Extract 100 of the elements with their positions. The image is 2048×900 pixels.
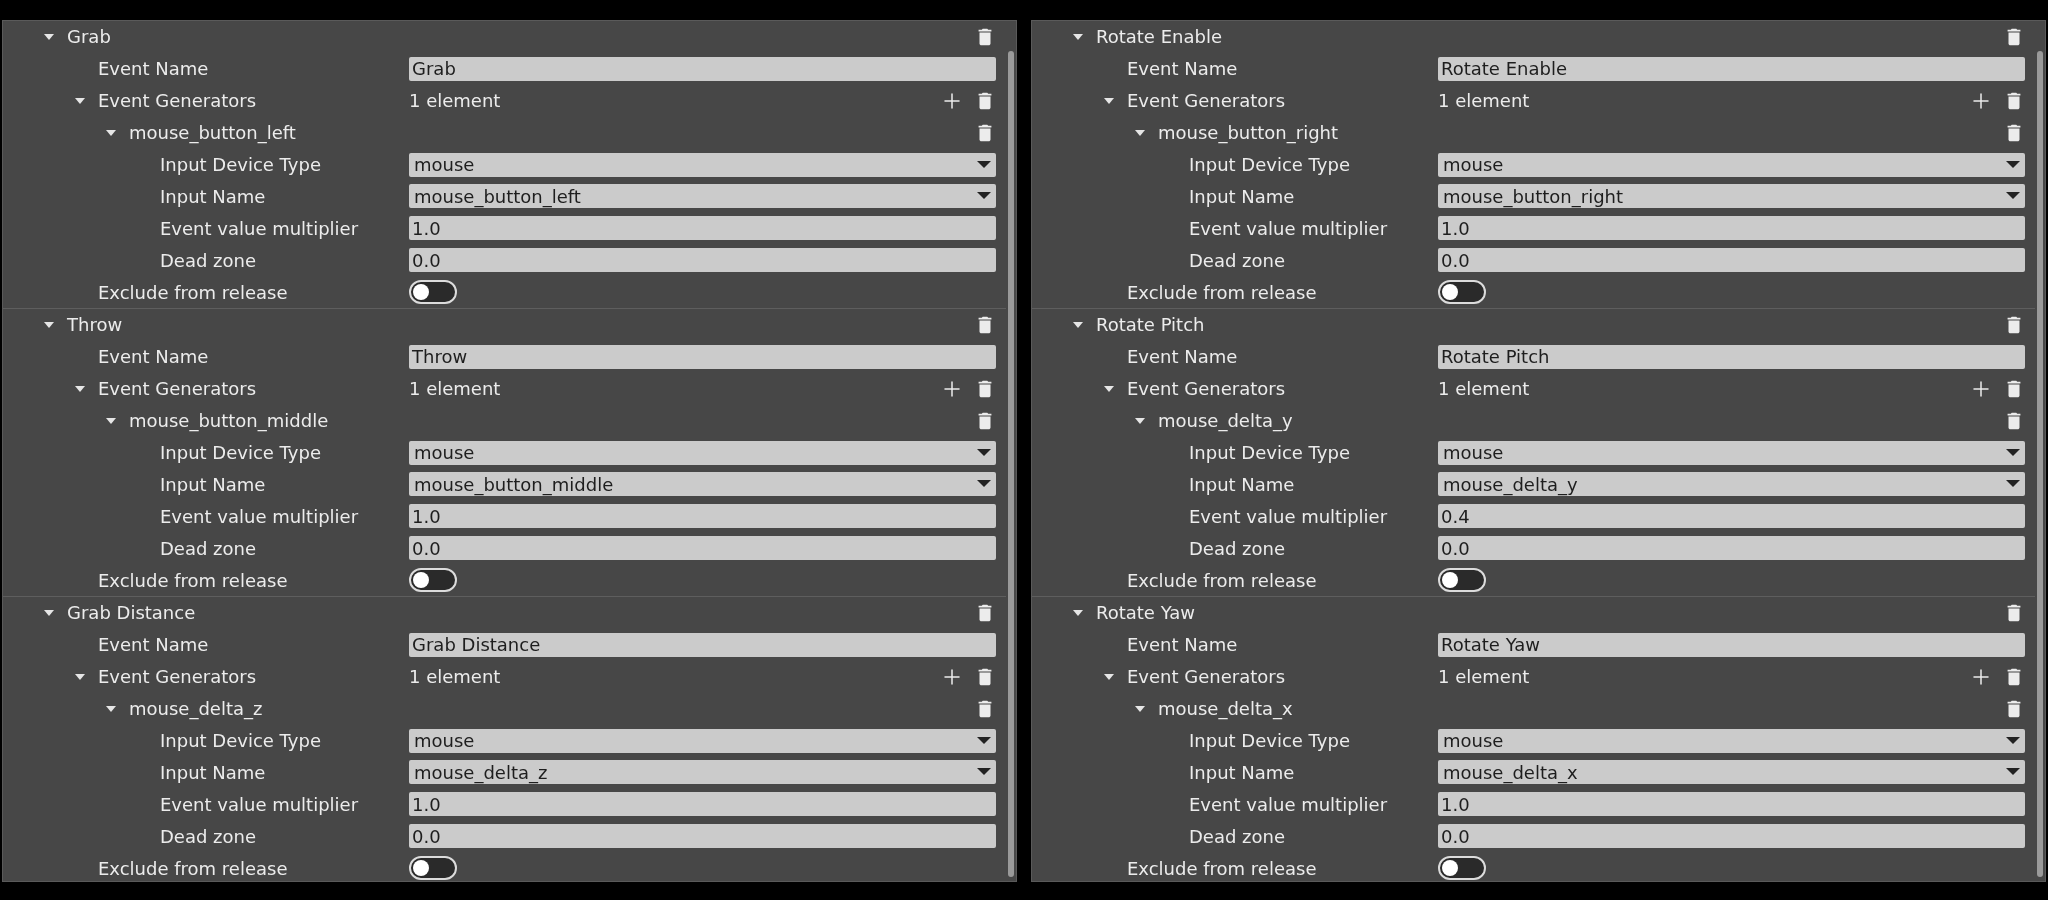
text-field[interactable]: 0.0 xyxy=(1438,536,2025,561)
collapse-caret-icon[interactable] xyxy=(74,672,86,681)
section-title[interactable]: Throw xyxy=(67,311,123,339)
text-field[interactable]: 1.0 xyxy=(409,792,996,817)
dropdown-field[interactable]: mouse_delta_y xyxy=(1438,472,2025,497)
property-label: Dead zone xyxy=(1189,536,1286,561)
property-label: Event value multiplier xyxy=(1189,504,1388,529)
element-count: 1 element xyxy=(409,665,502,690)
dropdown-caret-icon xyxy=(2006,768,2020,777)
section-title[interactable]: Grab Distance xyxy=(67,599,196,627)
dropdown-field[interactable]: mouse_button_right xyxy=(1438,184,2025,209)
collapse-caret-icon[interactable] xyxy=(74,384,86,393)
collapse-caret-icon[interactable] xyxy=(1103,384,1115,393)
property-label: Event Name xyxy=(1127,57,1238,82)
element-count: 1 element xyxy=(1438,665,1531,690)
property-label: Input Name xyxy=(1189,472,1295,497)
text-field[interactable]: Rotate Yaw xyxy=(1438,632,2025,657)
text-field[interactable]: Throw xyxy=(409,344,996,369)
property-label: Event value multiplier xyxy=(1189,792,1388,817)
collapse-caret-icon[interactable] xyxy=(1134,128,1146,137)
dropdown-caret-icon xyxy=(977,768,991,777)
dropdown-caret-icon xyxy=(2006,192,2020,201)
collapse-caret-icon[interactable] xyxy=(74,96,86,105)
dropdown-caret-icon xyxy=(977,480,991,489)
dropdown-field[interactable]: mouse xyxy=(1438,440,2025,465)
dropdown-field[interactable]: mouse_delta_z xyxy=(409,760,996,785)
property-label: Input Device Type xyxy=(160,153,321,177)
toggle-switch[interactable] xyxy=(1438,856,1486,881)
dropdown-field[interactable]: mouse xyxy=(409,440,996,465)
property-label: mouse_delta_z xyxy=(129,697,263,722)
collapse-caret-icon[interactable] xyxy=(1072,32,1084,41)
toggle-switch[interactable] xyxy=(409,856,457,881)
property-label: Event value multiplier xyxy=(160,792,359,817)
property-label: Exclude from release xyxy=(1127,280,1317,305)
property-label: Input Device Type xyxy=(160,729,321,754)
collapse-caret-icon[interactable] xyxy=(1072,608,1084,617)
property-label: Exclude from release xyxy=(1127,568,1317,593)
text-field[interactable]: 1.0 xyxy=(409,504,996,529)
property-label: Event Generators xyxy=(1127,377,1286,402)
dropdown-field[interactable]: mouse_delta_x xyxy=(1438,760,2025,785)
collapse-caret-icon[interactable] xyxy=(105,704,117,713)
property-label: Input Name xyxy=(1189,760,1295,785)
property-label: Dead zone xyxy=(160,824,257,849)
section-title[interactable]: Rotate Pitch xyxy=(1096,311,1205,339)
text-field[interactable]: 0.0 xyxy=(409,248,996,273)
text-field[interactable]: Grab xyxy=(409,56,996,81)
text-field[interactable]: 1.0 xyxy=(1438,792,2025,817)
section-title[interactable]: Rotate Enable xyxy=(1096,23,1222,51)
text-field[interactable]: 0.0 xyxy=(409,824,996,849)
toggle-switch[interactable] xyxy=(409,568,457,593)
section-title[interactable]: Rotate Yaw xyxy=(1096,599,1195,627)
collapse-caret-icon[interactable] xyxy=(105,416,117,425)
collapse-caret-icon[interactable] xyxy=(105,128,117,137)
property-label: Dead zone xyxy=(1189,248,1286,273)
dropdown-caret-icon xyxy=(977,160,991,169)
scrollbar-thumb[interactable] xyxy=(1008,51,1014,877)
property-label: Input Name xyxy=(160,184,266,209)
text-field[interactable]: 0.0 xyxy=(1438,824,2025,849)
dropdown-field[interactable]: mouse_button_left xyxy=(409,184,996,209)
toggle-switch[interactable] xyxy=(1438,280,1486,305)
text-field[interactable]: 0.4 xyxy=(1438,504,2025,529)
dropdown-field[interactable]: mouse xyxy=(1438,152,2025,177)
property-label: mouse_button_right xyxy=(1158,121,1339,146)
property-label: Input Name xyxy=(160,760,266,785)
collapse-caret-icon[interactable] xyxy=(43,320,55,329)
text-field[interactable]: 0.0 xyxy=(1438,248,2025,273)
collapse-caret-icon[interactable] xyxy=(1103,672,1115,681)
collapse-caret-icon[interactable] xyxy=(1134,416,1146,425)
element-count: 1 element xyxy=(1438,377,1531,402)
collapse-caret-icon[interactable] xyxy=(1134,704,1146,713)
property-label: Input Device Type xyxy=(160,441,321,465)
toggle-switch[interactable] xyxy=(409,280,457,305)
property-label: Event Name xyxy=(1127,345,1238,370)
dropdown-field[interactable]: mouse xyxy=(1438,728,2025,753)
toggle-switch[interactable] xyxy=(1438,568,1486,593)
property-label: Event Generators xyxy=(98,665,257,690)
dropdown-field[interactable]: mouse xyxy=(409,728,996,753)
text-field[interactable]: 1.0 xyxy=(1438,216,2025,241)
text-field[interactable]: Grab Distance xyxy=(409,632,996,657)
scrollbar-thumb[interactable] xyxy=(2037,51,2043,877)
text-field[interactable]: 1.0 xyxy=(409,216,996,241)
dropdown-field[interactable]: mouse_button_middle xyxy=(409,472,996,497)
property-label: Event value multiplier xyxy=(160,216,359,241)
element-count: 1 element xyxy=(409,89,502,114)
collapse-caret-icon[interactable] xyxy=(1072,320,1084,329)
text-field[interactable]: Rotate Pitch xyxy=(1438,344,2025,369)
property-label: mouse_delta_x xyxy=(1158,697,1293,722)
section-title[interactable]: Grab xyxy=(67,23,111,51)
dropdown-field[interactable]: mouse xyxy=(409,152,996,177)
dropdown-caret-icon xyxy=(977,736,991,745)
dropdown-caret-icon xyxy=(977,448,991,457)
dropdown-caret-icon xyxy=(2006,448,2020,457)
property-label: Exclude from release xyxy=(98,568,288,593)
text-field[interactable]: Rotate Enable xyxy=(1438,56,2025,81)
collapse-caret-icon[interactable] xyxy=(1103,96,1115,105)
text-field[interactable]: 0.0 xyxy=(409,536,996,561)
dropdown-caret-icon xyxy=(2006,736,2020,745)
collapse-caret-icon[interactable] xyxy=(43,608,55,617)
collapse-caret-icon[interactable] xyxy=(43,32,55,41)
property-label: Event Generators xyxy=(1127,89,1286,114)
